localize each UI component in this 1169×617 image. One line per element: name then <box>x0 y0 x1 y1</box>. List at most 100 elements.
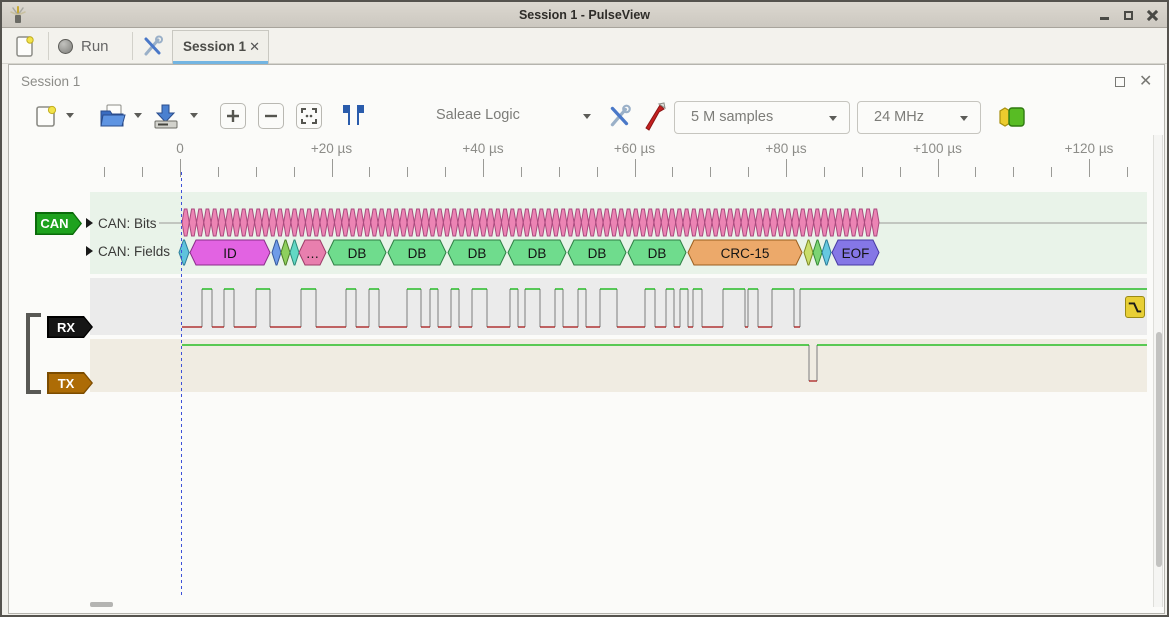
run-button-label: Run <box>81 38 109 55</box>
can-decoder-tag[interactable]: CAN <box>35 212 82 235</box>
minus-icon <box>263 108 279 124</box>
open-folder-icon <box>98 102 128 130</box>
open-file-dropdown[interactable] <box>134 113 142 118</box>
ruler-minor-tick <box>748 167 749 177</box>
open-file-button[interactable] <box>98 102 128 130</box>
ruler-minor-tick <box>521 167 522 177</box>
row-label-can-bits: CAN: Bits <box>98 216 157 231</box>
save-dropdown[interactable] <box>190 113 198 118</box>
main-toolbar: Run Session 1 ✕ <box>2 28 1167 64</box>
close-button[interactable] <box>1145 8 1159 22</box>
device-select-dropdown[interactable] <box>583 114 591 119</box>
rx-trace-band <box>90 278 1147 335</box>
time-cursor-line[interactable] <box>181 172 182 598</box>
ruler-minor-tick <box>104 167 105 177</box>
minimize-button[interactable] <box>1097 8 1111 22</box>
device-select-label[interactable]: Saleae Logic <box>436 107 520 123</box>
maximize-icon <box>1124 11 1133 20</box>
rx-tag-label: RX <box>47 316 93 338</box>
add-decoder-button[interactable] <box>998 106 1026 128</box>
ruler-label: +80 µs <box>765 141 806 156</box>
ruler-major-tick <box>786 159 787 177</box>
row-label-can-fields: CAN: Fields <box>98 244 170 259</box>
tx-trace-band <box>90 339 1147 392</box>
ruler-minor-tick <box>369 167 370 177</box>
vertical-scrollbar-thumb[interactable] <box>1156 332 1162 567</box>
ruler-minor-tick <box>559 167 560 177</box>
subwindow-close-button[interactable]: ✕ <box>1139 71 1152 91</box>
settings-button[interactable] <box>138 32 168 60</box>
pulseview-window: Session 1 - PulseView Run <box>0 0 1169 617</box>
new-file-button[interactable] <box>34 103 58 129</box>
ruler-minor-tick <box>1051 167 1052 177</box>
decoder-trace-band <box>90 192 1147 274</box>
zoom-fit-button[interactable] <box>296 103 322 129</box>
flags-icon <box>340 102 368 128</box>
ruler-label: 0 <box>176 141 184 156</box>
chevron-down-icon <box>583 114 591 119</box>
ruler-minor-tick <box>445 167 446 177</box>
tab-session-1[interactable]: Session 1 ✕ <box>172 30 269 64</box>
can-tag-label: CAN <box>35 212 82 235</box>
run-button[interactable]: Run <box>58 32 126 60</box>
ruler-minor-tick <box>1127 167 1128 177</box>
toolbar-separator <box>132 32 133 60</box>
channels-probe-button[interactable] <box>643 101 667 131</box>
horizontal-scrollbar-thumb[interactable] <box>90 602 113 607</box>
toolbar-separator <box>48 32 49 60</box>
flags-button[interactable] <box>340 102 368 128</box>
ruler-major-tick <box>938 159 939 177</box>
sample-rate-combobox[interactable]: 24 MHz <box>857 101 981 134</box>
sample-count-value: 5 M samples <box>691 109 773 125</box>
ruler-major-tick <box>483 159 484 177</box>
tools-icon <box>141 34 165 58</box>
titlebar[interactable]: Session 1 - PulseView <box>2 2 1167 28</box>
ruler-label: +60 µs <box>614 141 655 156</box>
tab-label: Session 1 <box>183 39 246 54</box>
ruler-minor-tick <box>1013 167 1014 177</box>
subwindow-maximize-button[interactable] <box>1115 77 1125 87</box>
ruler-minor-tick <box>142 167 143 177</box>
row-expand-arrow[interactable] <box>86 246 93 256</box>
new-file-icon <box>34 103 58 129</box>
new-session-button[interactable] <box>10 32 40 60</box>
ruler-major-tick <box>332 159 333 177</box>
zoom-out-button[interactable] <box>258 103 284 129</box>
rx-channel-tag[interactable]: RX <box>47 316 93 338</box>
zoom-in-button[interactable] <box>220 103 246 129</box>
ruler-label: +100 µs <box>913 141 962 156</box>
new-file-dropdown[interactable] <box>66 113 74 118</box>
chevron-down-icon <box>960 116 968 121</box>
time-ruler[interactable]: 0+20 µs+40 µs+60 µs+80 µs+100 µs+120 µs <box>9 139 1166 183</box>
row-expand-arrow[interactable] <box>86 218 93 228</box>
sample-count-combobox[interactable]: 5 M samples <box>674 101 850 134</box>
window-title: Session 1 - PulseView <box>2 2 1167 28</box>
trigger-marker-badge[interactable] <box>1125 296 1145 318</box>
minimize-icon <box>1100 17 1109 20</box>
new-session-icon <box>15 34 35 58</box>
ruler-minor-tick <box>256 167 257 177</box>
tx-channel-tag[interactable]: TX <box>47 372 93 394</box>
vertical-scrollbar[interactable] <box>1153 135 1163 607</box>
probe-icon <box>643 101 667 131</box>
close-icon <box>1147 10 1158 21</box>
tx-tag-label: TX <box>47 372 93 394</box>
falling-edge-icon <box>1127 299 1143 315</box>
ruler-label: +120 µs <box>1065 141 1114 156</box>
session-subwindow: Session 1 ✕ <box>8 64 1165 614</box>
chevron-down-icon <box>134 113 142 118</box>
device-group-bracket <box>26 313 41 394</box>
ruler-minor-tick <box>900 167 901 177</box>
save-button[interactable] <box>151 102 181 130</box>
session-toolbar: Saleae Logic 5 M samples 2 <box>9 93 1166 141</box>
decoder-icon <box>998 106 1026 128</box>
chevron-down-icon <box>190 113 198 118</box>
ruler-minor-tick <box>975 167 976 177</box>
chevron-down-icon <box>66 113 74 118</box>
save-icon <box>151 102 181 130</box>
ruler-minor-tick <box>597 167 598 177</box>
maximize-button[interactable] <box>1121 8 1135 22</box>
tab-close-icon[interactable]: ✕ <box>249 39 260 55</box>
configure-device-button[interactable] <box>607 103 633 129</box>
ruler-minor-tick <box>824 167 825 177</box>
